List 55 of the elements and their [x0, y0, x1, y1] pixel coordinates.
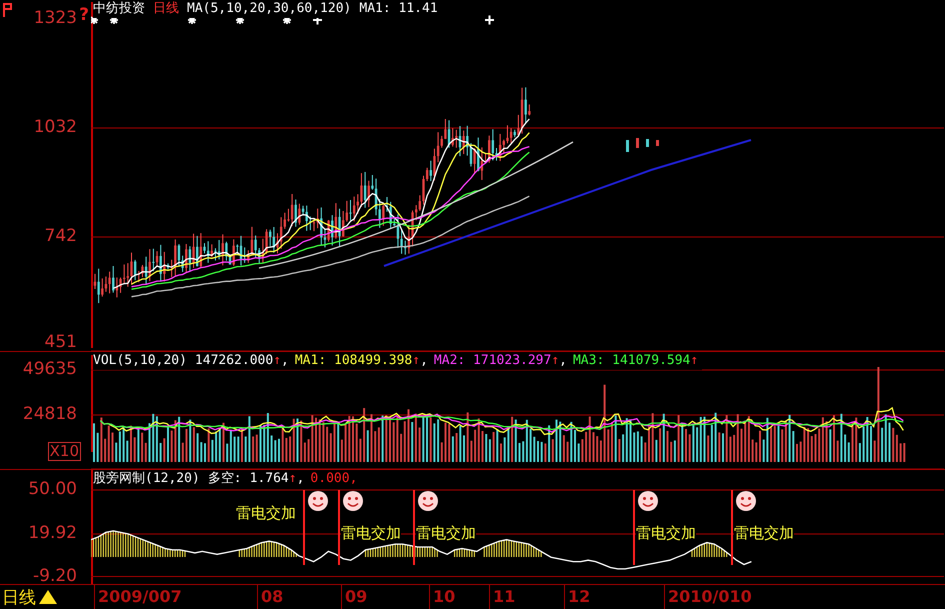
up-arrow: ↑: [412, 352, 420, 370]
indicator-name: VOL(5,10,20): [93, 352, 187, 370]
indicator-name: MA(5,10,20,30,60,120): [187, 0, 352, 18]
signal-label: 雷电交加: [341, 524, 401, 542]
date-label: 11: [493, 587, 516, 607]
axis-label: 1323: [34, 9, 77, 27]
triangle-icon[interactable]: [38, 589, 58, 605]
date-label: 2010/010: [668, 587, 752, 607]
period-label: 日线: [2, 586, 36, 608]
axis-label: -9.20: [33, 566, 77, 585]
up-arrow: ↑: [288, 470, 297, 488]
axis-label: 19.92: [28, 524, 77, 542]
separator: ,: [420, 352, 428, 370]
date-label: 2009/007: [98, 587, 182, 607]
separator: ,: [281, 352, 289, 370]
separator: ,: [559, 352, 567, 370]
axis-label: 24818: [22, 405, 77, 423]
candlestick-cluster: [626, 138, 659, 152]
flag-icon: [2, 2, 14, 18]
volume-reading: 147262.000: [194, 352, 274, 370]
smiley-icon: [418, 491, 438, 511]
axis-label: 742: [44, 227, 77, 245]
smiley-icon: [343, 491, 363, 511]
volume-reading: MA1: 108499.398: [294, 352, 412, 370]
unit-label: X10: [48, 442, 81, 461]
smiley-icon: [638, 491, 658, 511]
up-arrow: ↑: [690, 352, 698, 370]
signal-label: 雷电交加: [416, 524, 476, 542]
axis-label: 1032: [34, 118, 77, 136]
signal-label: 雷电交加: [636, 524, 696, 542]
separator: ,: [350, 470, 358, 488]
date-label: 09: [345, 587, 368, 607]
indicator-label: 多空:: [208, 470, 242, 488]
axis-label: 50.00: [28, 480, 77, 498]
indicator-name: 股旁网制(12,20): [93, 470, 200, 488]
date-label: 10: [433, 587, 456, 607]
up-arrow: ↑: [273, 352, 282, 370]
ma-reading: MA1: 11.41: [359, 0, 438, 18]
volume-reading: MA2: 171023.297: [434, 352, 552, 370]
up-arrow: ↑: [551, 352, 560, 370]
axis-mark: ?: [79, 5, 89, 25]
signal-label: 雷电交加: [734, 524, 794, 542]
separator: ,: [296, 470, 304, 488]
smiley-icon: [308, 491, 328, 511]
date-label: 12: [568, 587, 590, 607]
stock-name: 中纺投资: [93, 0, 145, 18]
volume-reading: MA3: 141079.594: [572, 352, 690, 370]
axis-label: 49635: [22, 360, 77, 378]
period-label: 日线: [153, 0, 179, 18]
signal-label: 雷电交加: [236, 504, 296, 522]
indicator-reading: 1.764: [250, 470, 289, 488]
axis-label: 451: [44, 333, 77, 351]
indicator-reading: 0.000: [310, 470, 350, 488]
date-label: 08: [261, 587, 284, 607]
smiley-icon: [736, 491, 756, 511]
